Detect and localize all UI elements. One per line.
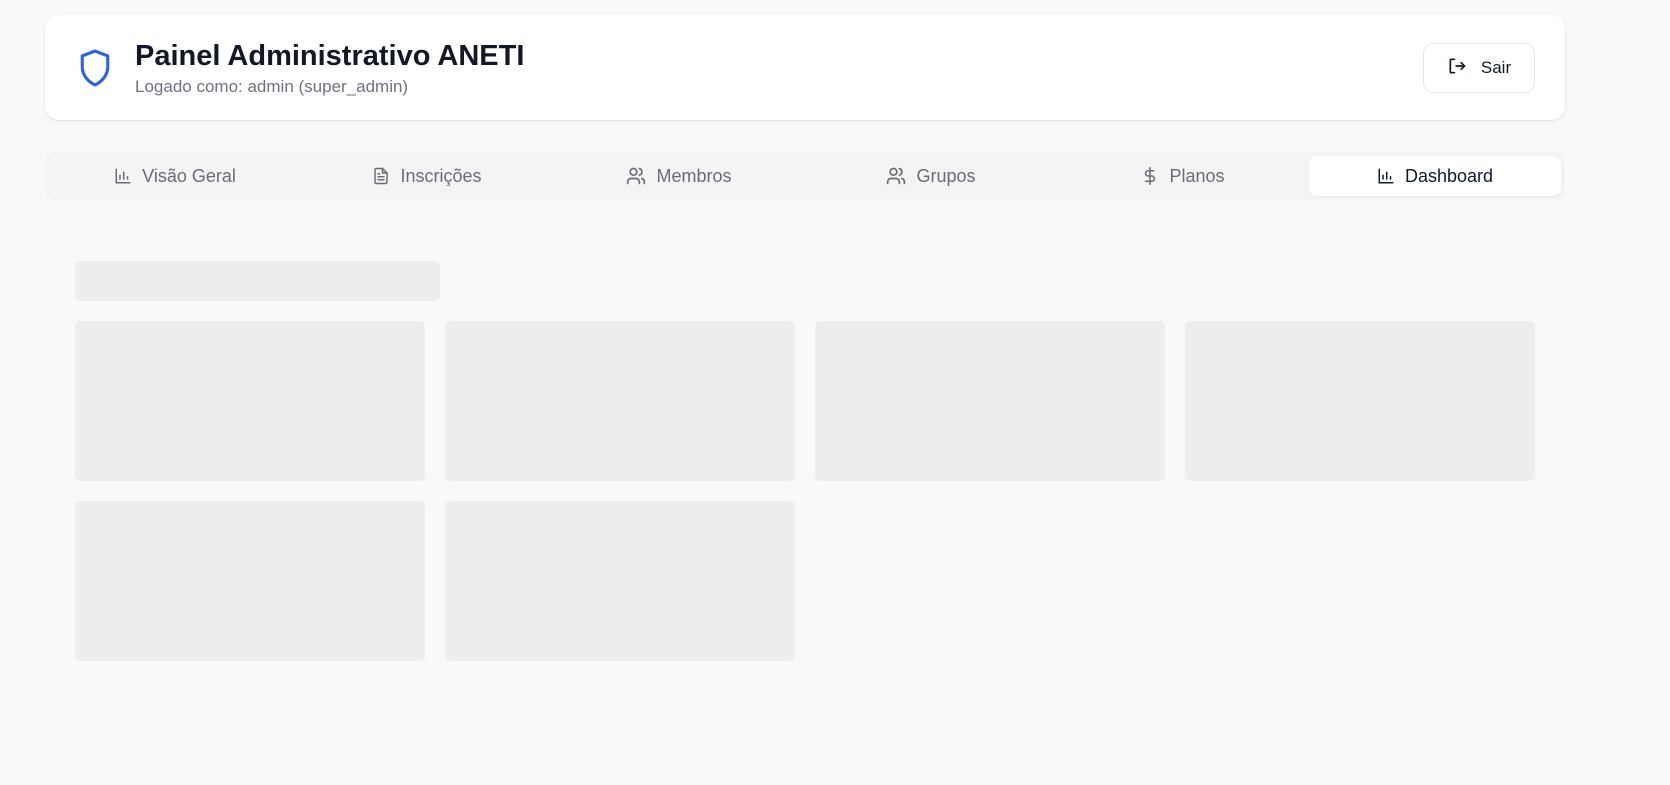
logout-icon xyxy=(1447,56,1467,81)
skeleton-card xyxy=(75,321,425,481)
file-text-icon xyxy=(372,166,390,186)
bar-chart-icon xyxy=(114,167,132,185)
tab-bar: Visão Geral Inscrições Membros Grupos Pl… xyxy=(45,152,1565,200)
skeleton-title xyxy=(75,261,440,301)
header-card: Painel Administrativo ANETI Logado como:… xyxy=(45,15,1565,120)
tab-inscricoes[interactable]: Inscrições xyxy=(301,156,553,196)
users-icon xyxy=(626,166,646,186)
admin-page: Painel Administrativo ANETI Logado como:… xyxy=(0,0,1670,785)
header-titles: Painel Administrativo ANETI Logado como:… xyxy=(135,39,524,97)
tab-membros[interactable]: Membros xyxy=(553,156,805,196)
logout-button[interactable]: Sair xyxy=(1423,43,1535,93)
tab-visao-geral[interactable]: Visão Geral xyxy=(49,156,301,196)
shield-icon xyxy=(75,46,115,90)
tab-label: Inscrições xyxy=(400,165,482,186)
bar-chart-icon xyxy=(1377,167,1395,185)
tab-label: Visão Geral xyxy=(142,165,236,186)
skeleton-card xyxy=(445,501,795,661)
skeleton-card xyxy=(75,501,425,661)
tab-label: Planos xyxy=(1169,165,1225,186)
logged-user-info: Logado como: admin (super_admin) xyxy=(135,76,409,96)
logout-label: Sair xyxy=(1480,58,1512,77)
tab-grupos[interactable]: Grupos xyxy=(805,156,1057,196)
tab-planos[interactable]: Planos xyxy=(1057,156,1309,196)
users-icon xyxy=(886,166,906,186)
tab-dashboard[interactable]: Dashboard xyxy=(1309,156,1561,196)
tab-label: Membros xyxy=(656,165,732,186)
skeleton-card xyxy=(445,321,795,481)
tab-label: Grupos xyxy=(916,165,976,186)
tab-label: Dashboard xyxy=(1404,165,1494,186)
skeleton-card xyxy=(815,321,1165,481)
page-title: Painel Administrativo ANETI xyxy=(135,39,525,72)
dollar-icon xyxy=(1141,166,1159,186)
skeleton-card xyxy=(1185,321,1535,481)
